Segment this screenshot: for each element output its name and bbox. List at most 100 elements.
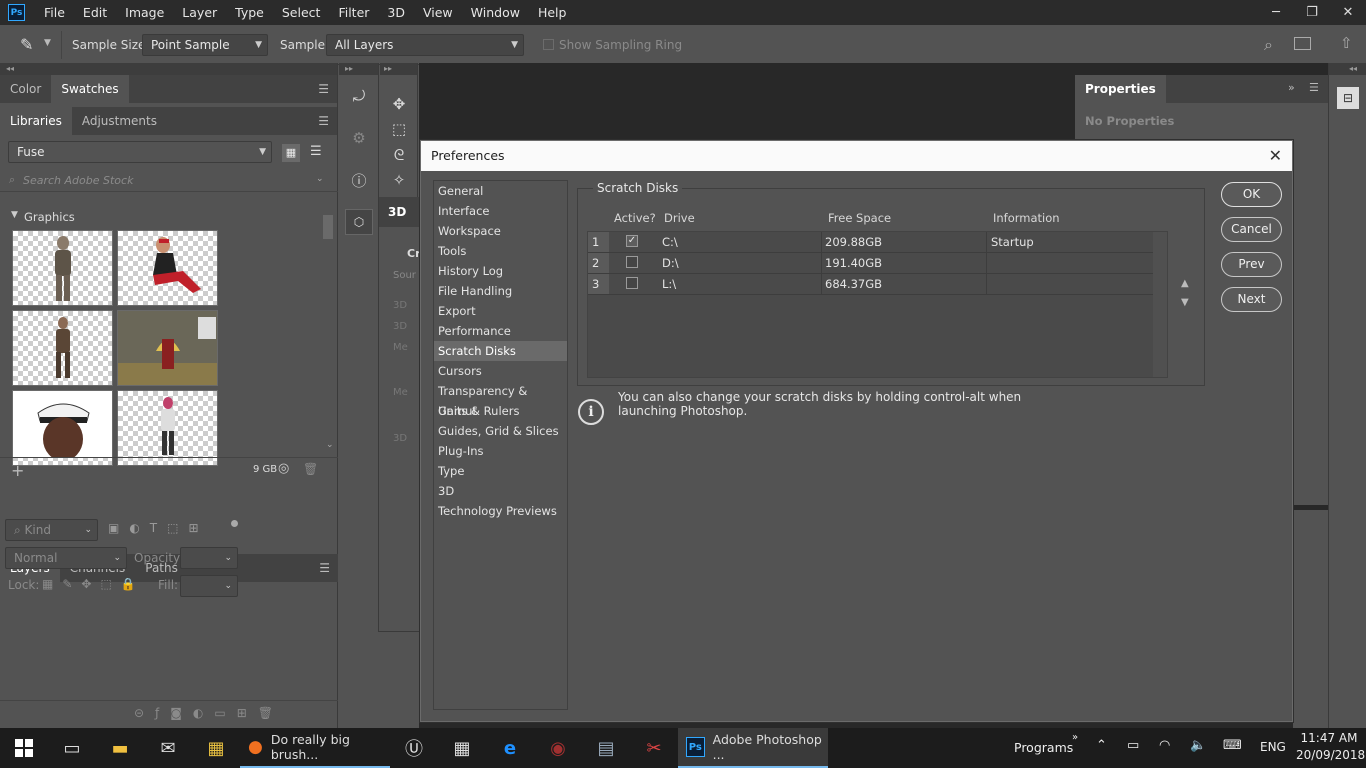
- magic-wand-tool-icon[interactable]: ✧: [387, 171, 411, 189]
- app-icon[interactable]: ◉: [534, 728, 582, 768]
- nav-interface[interactable]: Interface: [434, 201, 567, 221]
- programs-toolbar[interactable]: Programs: [1014, 740, 1073, 755]
- marquee-tool-icon[interactable]: ⬚: [387, 120, 411, 138]
- graphic-thumbnail[interactable]: [12, 310, 113, 386]
- edge-icon[interactable]: e: [486, 728, 534, 768]
- app-icon[interactable]: ▤: [582, 728, 630, 768]
- chevron-down-icon[interactable]: ⌄: [316, 174, 324, 184]
- layer-kind-filter[interactable]: ⌕ Kind ⌄: [5, 519, 98, 541]
- menu-layer[interactable]: Layer: [173, 0, 226, 25]
- workspace-icon[interactable]: [1294, 37, 1311, 50]
- firefox-task[interactable]: ● Do really big brush...: [240, 728, 390, 768]
- table-row[interactable]: 2 D:\ 191.40GB: [588, 253, 1153, 274]
- active-checkbox[interactable]: [626, 277, 638, 289]
- minimize-icon[interactable]: ─: [1258, 0, 1294, 25]
- nav-plug-ins[interactable]: Plug-Ins: [434, 441, 567, 461]
- menu-select[interactable]: Select: [273, 0, 330, 25]
- nav-3d[interactable]: 3D: [434, 481, 567, 501]
- collapse-left-icon[interactable]: ◂◂: [0, 63, 337, 75]
- active-checkbox[interactable]: [626, 256, 638, 268]
- expand-icon[interactable]: ▸▸: [339, 63, 378, 75]
- nav-scratch-disks[interactable]: Scratch Disks: [434, 341, 567, 361]
- expand-toolbar-icon[interactable]: »: [1072, 732, 1078, 743]
- move-tool-icon[interactable]: ✥: [387, 95, 411, 113]
- clock-time[interactable]: 11:47 AM: [1298, 731, 1360, 745]
- scrollbar-thumb[interactable]: [323, 215, 333, 239]
- tab-color[interactable]: Color: [0, 75, 51, 103]
- nav-technology-previews[interactable]: Technology Previews: [434, 501, 567, 521]
- tab-swatches[interactable]: Swatches: [51, 75, 129, 103]
- lasso-tool-icon[interactable]: ᘓ: [387, 146, 411, 164]
- nav-history-log[interactable]: History Log: [434, 261, 567, 281]
- panel-menu-icon[interactable]: ☰: [1309, 81, 1319, 94]
- layer-filter-icons[interactable]: ▣◐T⬚⊞: [108, 521, 209, 535]
- add-icon[interactable]: +: [11, 461, 24, 480]
- table-row[interactable]: 3 L:\ 684.37GB: [588, 274, 1153, 295]
- menu-file[interactable]: File: [35, 0, 74, 25]
- search-icon[interactable]: ⌕: [1264, 35, 1273, 55]
- graphic-thumbnail[interactable]: [12, 390, 113, 466]
- layer-footer-icons[interactable]: ⊝ƒ◙◐▭⊞🗑: [134, 706, 284, 720]
- share-icon[interactable]: ⇧: [1340, 34, 1353, 52]
- move-down-icon[interactable]: ▼: [1181, 297, 1189, 308]
- keyboard-icon[interactable]: ⌨: [1223, 738, 1242, 753]
- mail-icon[interactable]: ✉: [144, 728, 192, 768]
- eyedropper-icon[interactable]: ✎: [20, 35, 33, 54]
- nav-tools[interactable]: Tools: [434, 241, 567, 261]
- menu-view[interactable]: View: [414, 0, 462, 25]
- list-view-icon[interactable]: ☰: [310, 144, 322, 159]
- history-icon[interactable]: ⤾: [347, 87, 371, 105]
- info-panel-icon[interactable]: ⓘ: [347, 170, 371, 191]
- graphic-thumbnail[interactable]: [12, 230, 113, 306]
- wifi-icon[interactable]: ◠: [1159, 738, 1170, 753]
- app-icon[interactable]: ✂: [630, 728, 678, 768]
- close-window-icon[interactable]: ✕: [1330, 0, 1366, 25]
- chevron-down-icon[interactable]: ▼: [44, 38, 51, 48]
- nav-units-rulers[interactable]: Units & Rulers: [434, 401, 567, 421]
- stock-search-input[interactable]: Search Adobe Stock: [23, 174, 133, 187]
- expand-icon[interactable]: ▸▸: [380, 63, 417, 75]
- table-row[interactable]: 1 ✓ C:\ 209.88GB Startup: [588, 232, 1153, 253]
- move-up-icon[interactable]: ▲: [1181, 278, 1189, 289]
- menu-type[interactable]: Type: [226, 0, 273, 25]
- panel-menu-icon[interactable]: ☰: [318, 114, 329, 128]
- fill-input[interactable]: ⌄: [180, 575, 238, 597]
- filter-toggle-icon[interactable]: [231, 520, 238, 527]
- cancel-button[interactable]: Cancel: [1221, 217, 1282, 242]
- clock-date[interactable]: 20/09/2018: [1296, 748, 1365, 762]
- next-button[interactable]: Next: [1221, 287, 1282, 312]
- brush-settings-icon[interactable]: ⚙: [347, 129, 371, 147]
- collapse-panel-icon[interactable]: »: [1288, 81, 1295, 94]
- menu-3d[interactable]: 3D: [378, 0, 414, 25]
- nav-general[interactable]: General: [434, 181, 567, 201]
- tray-overflow-icon[interactable]: ⌃: [1096, 738, 1107, 753]
- nav-transparency-gamut[interactable]: Transparency & Gamut: [434, 381, 567, 418]
- sample-select[interactable]: All Layers ▼: [326, 34, 524, 56]
- menu-filter[interactable]: Filter: [329, 0, 378, 25]
- unreal-engine-icon[interactable]: Ⓤ: [390, 728, 438, 768]
- menu-edit[interactable]: Edit: [74, 0, 116, 25]
- library-select[interactable]: Fuse ▼: [8, 141, 272, 163]
- nav-guides-grid-slices[interactable]: Guides, Grid & Slices: [434, 421, 567, 441]
- table-scrollbar[interactable]: [1153, 232, 1167, 377]
- panel-menu-icon[interactable]: ☰: [319, 561, 330, 575]
- tab-adjustments[interactable]: Adjustments: [72, 107, 167, 135]
- language-indicator[interactable]: ENG: [1260, 740, 1286, 754]
- trash-icon[interactable]: 🗑: [303, 462, 318, 476]
- nav-performance[interactable]: Performance: [434, 321, 567, 341]
- tab-libraries[interactable]: Libraries: [0, 107, 72, 135]
- calendar-icon[interactable]: ▦: [438, 728, 486, 768]
- 3d-panel-icon[interactable]: ⬡: [345, 209, 373, 235]
- photoshop-task[interactable]: Ps Adobe Photoshop ...: [678, 728, 828, 768]
- menu-image[interactable]: Image: [116, 0, 173, 25]
- tab-3d[interactable]: 3D: [379, 197, 420, 227]
- ok-button[interactable]: OK: [1221, 182, 1282, 207]
- menu-window[interactable]: Window: [462, 0, 529, 25]
- nav-workspace[interactable]: Workspace: [434, 221, 567, 241]
- active-checkbox[interactable]: ✓: [626, 235, 638, 247]
- nav-export[interactable]: Export: [434, 301, 567, 321]
- close-icon[interactable]: ✕: [1269, 141, 1282, 171]
- graphic-thumbnail[interactable]: [117, 230, 218, 306]
- scroll-down-icon[interactable]: ⌄: [326, 440, 334, 450]
- nav-file-handling[interactable]: File Handling: [434, 281, 567, 301]
